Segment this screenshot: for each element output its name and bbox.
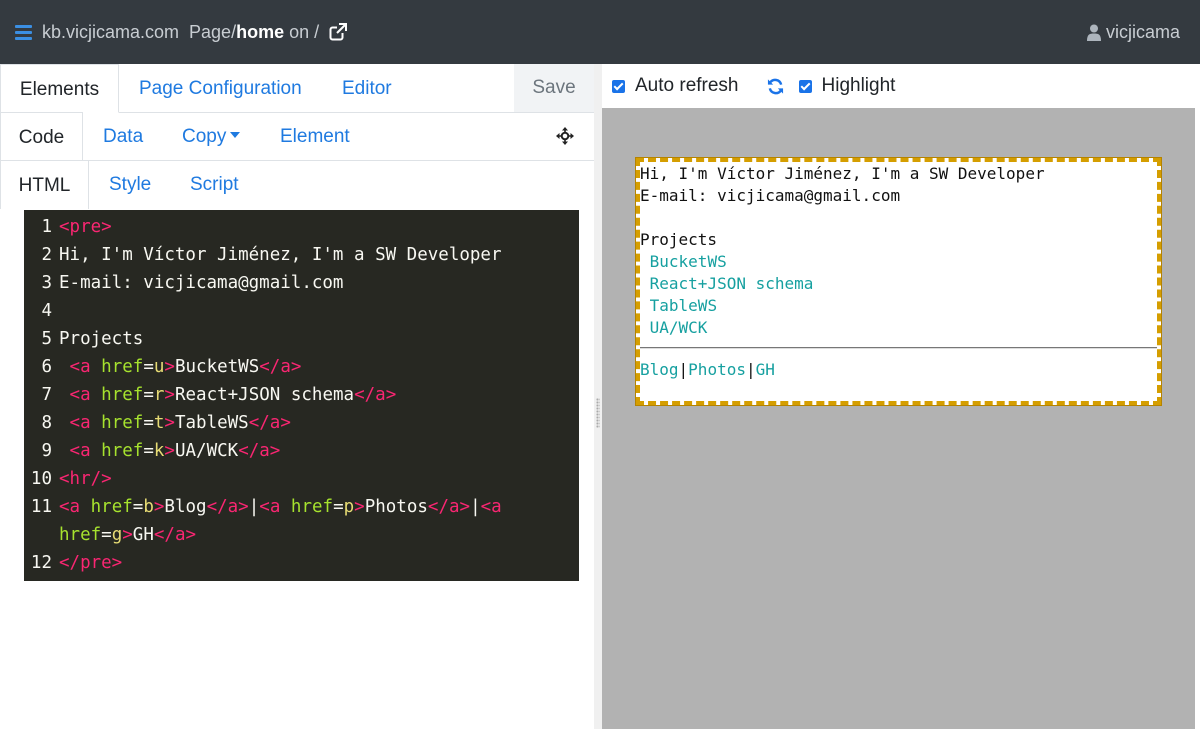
preview-toolbar: Auto refresh Highlight [602, 64, 1200, 108]
tab-code[interactable]: Code [0, 112, 83, 161]
tab-editor[interactable]: Editor [342, 64, 392, 113]
user-menu[interactable]: vicjicama [1086, 0, 1180, 64]
project-link-ua-wck[interactable]: UA/WCK [650, 318, 708, 337]
project-link-react-json-schema[interactable]: React+JSON schema [650, 274, 814, 293]
code-line[interactable]: 8 <a href=t>TableWS</a> [24, 409, 579, 437]
code-line[interactable]: 5 Projects [24, 325, 579, 353]
line-number: 1 [41, 217, 52, 237]
tab-element[interactable]: Element [280, 112, 350, 161]
code-line[interactable]: 9 <a href=k>UA/WCK</a> [24, 437, 579, 465]
code-line[interactable]: 4 [24, 297, 579, 325]
copy-dropdown[interactable]: Copy [182, 112, 241, 161]
footer-links: Blog|Photos|GH [640, 359, 1157, 381]
line-number: 12 [30, 553, 52, 573]
main-tabs: Elements Page Configuration Editor Save [0, 64, 594, 113]
project-item: React+JSON schema [640, 273, 1157, 295]
code-line[interactable]: 10 <hr/> [24, 465, 579, 493]
tab-data[interactable]: Data [103, 112, 143, 161]
drag-handle-icon[interactable] [596, 398, 600, 428]
left-panel: Elements Page Configuration Editor Save … [0, 64, 594, 729]
code-line[interactable]: 11 <a href=b>Blog</a>|<a href=p>Photos</a… [24, 493, 579, 521]
gh-link[interactable]: GH [756, 360, 775, 379]
page-suffix: on / [284, 21, 320, 42]
top-navbar: kb.vicjicama.com Page/home on / vicjicam… [0, 0, 1200, 64]
line-number: 6 [41, 357, 52, 377]
tab-style[interactable]: Style [109, 160, 151, 209]
preview-intro: Hi, I'm Víctor Jiménez, I'm a SW Develop… [640, 164, 1045, 183]
code-tabs: Code Data Copy Element [0, 112, 594, 161]
move-icon[interactable] [556, 127, 574, 145]
code-text: <pre> [59, 217, 112, 237]
tab-elements[interactable]: Elements [0, 64, 119, 113]
highlight-checkbox[interactable] [798, 79, 812, 93]
line-number: 7 [41, 385, 52, 405]
line-number: 10 [30, 469, 52, 489]
right-panel: Auto refresh Highlight Hi, I'm Víctor Ji… [602, 64, 1200, 729]
site-name[interactable]: kb.vicjicama.com [42, 22, 179, 43]
line-number: 8 [41, 413, 52, 433]
highlighted-element[interactable]: Hi, I'm Víctor Jiménez, I'm a SW Develop… [635, 157, 1162, 406]
project-item: BucketWS [640, 251, 1157, 273]
code-line[interactable]: 3 E-mail: vicjicama@gmail.com [24, 269, 579, 297]
code-line[interactable]: 7 <a href=r>React+JSON schema</a> [24, 381, 579, 409]
separator: | [745, 360, 756, 379]
page-name: home [236, 21, 285, 42]
tab-page-configuration[interactable]: Page Configuration [139, 64, 302, 113]
code-line[interactable]: 2 Hi, I'm Víctor Jiménez, I'm a SW Develo… [24, 241, 579, 269]
code-text: <hr/> [59, 469, 112, 489]
blog-link[interactable]: Blog [640, 360, 679, 379]
code-text: <a href=b>Blog</a>|<a href=p>Photos</a>|… [59, 497, 502, 517]
code-text: <a href=u>BucketWS</a> [69, 357, 302, 377]
preview-blank-line [640, 207, 1157, 229]
tab-script[interactable]: Script [190, 160, 239, 209]
preview-email: E-mail: vicjicama@gmail.com [640, 186, 901, 205]
code-text: E-mail: vicjicama@gmail.com [59, 273, 344, 293]
line-number: 11 [30, 497, 52, 517]
code-line[interactable]: 12 </pre> [24, 549, 579, 577]
photos-link[interactable]: Photos [688, 360, 746, 379]
project-link-bucketws[interactable]: BucketWS [650, 252, 727, 271]
line-number: 3 [41, 273, 52, 293]
username: vicjicama [1105, 21, 1180, 42]
menu-icon[interactable] [15, 24, 32, 40]
line-number: 2 [41, 245, 52, 265]
chevron-down-icon [230, 132, 241, 139]
code-line[interactable]: 6 <a href=u>BucketWS</a> [24, 353, 579, 381]
line-number: 4 [41, 301, 52, 321]
separator: | [678, 360, 689, 379]
preview-projects-heading: Projects [640, 230, 718, 249]
source-tabs: HTML Style Script [0, 160, 594, 209]
highlight-label: Highlight [821, 75, 896, 96]
horizontal-rule [640, 347, 1157, 349]
project-link-tablews[interactable]: TableWS [650, 296, 717, 315]
code-text: <a href=r>React+JSON schema</a> [69, 385, 397, 405]
code-text: <a href=t>TableWS</a> [69, 413, 291, 433]
page-breadcrumb: Page/home on / [189, 22, 319, 43]
code-editor[interactable]: 1 <pre> 2 Hi, I'm Víctor Jiménez, I'm a SW … [24, 210, 579, 581]
code-text: Projects [59, 329, 144, 349]
code-text: <a href=k>UA/WCK</a> [69, 441, 281, 461]
auto-refresh-checkbox[interactable] [612, 79, 625, 93]
panel-splitter[interactable] [594, 64, 602, 729]
user-icon [1086, 24, 1101, 41]
code-line[interactable]: href=g>GH</a> [24, 521, 579, 549]
line-number: 5 [41, 329, 52, 349]
external-link-icon[interactable] [329, 23, 348, 41]
save-button[interactable]: Save [514, 64, 594, 112]
project-item: UA/WCK [640, 317, 1157, 339]
code-line[interactable]: 1 <pre> [24, 213, 579, 241]
tab-html[interactable]: HTML [0, 160, 89, 209]
code-text: </pre> [59, 553, 123, 573]
line-number: 9 [41, 441, 52, 461]
code-text: Hi, I'm Víctor Jiménez, I'm a SW Develop… [59, 245, 502, 265]
project-item: TableWS [640, 295, 1157, 317]
code-text: href=g>GH</a> [59, 525, 197, 545]
page-prefix: Page/ [189, 21, 237, 42]
copy-label: Copy [182, 126, 227, 147]
refresh-icon[interactable] [767, 78, 784, 95]
preview-area: Hi, I'm Víctor Jiménez, I'm a SW Develop… [602, 108, 1195, 729]
auto-refresh-label: Auto refresh [635, 75, 739, 96]
